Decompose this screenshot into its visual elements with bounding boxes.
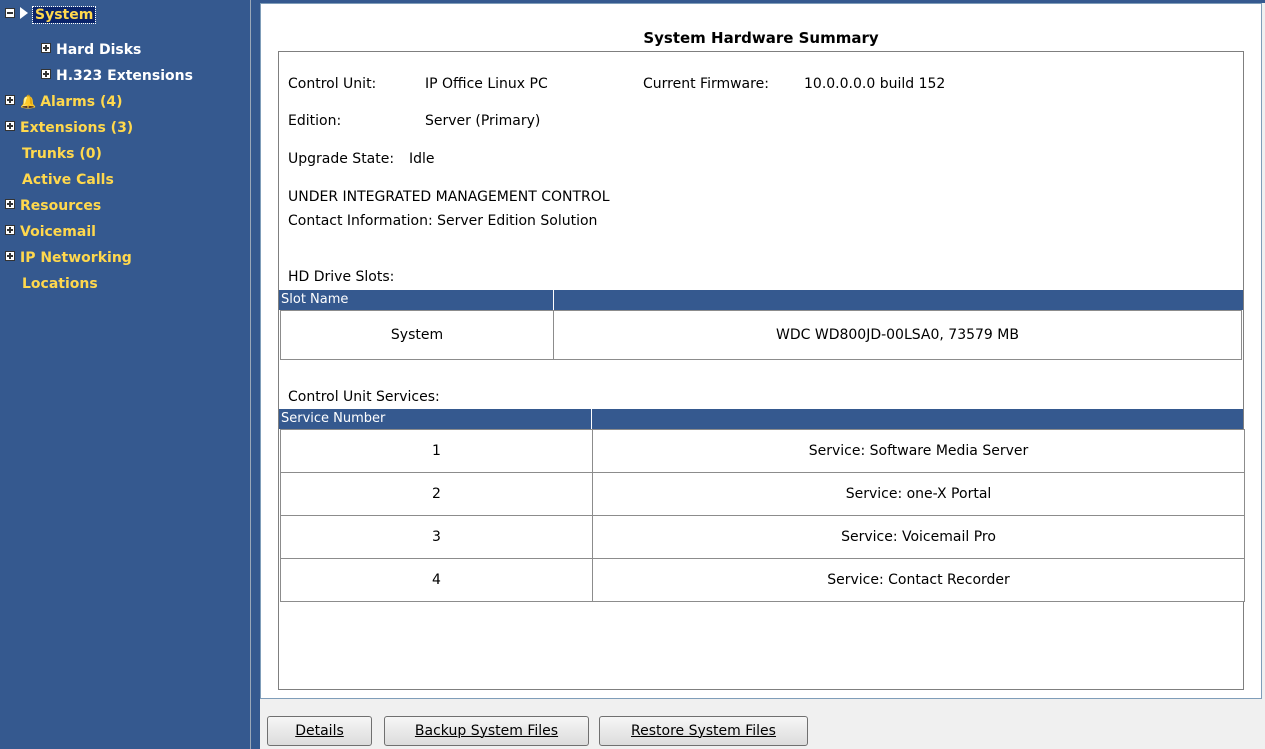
edition-value: Server (Primary) [425,113,541,129]
services-label: Control Unit Services: [288,389,440,405]
hd-slots-header: Slot Name [279,290,1243,310]
service-name-cell[interactable]: Service: Software Media Server [592,429,1245,473]
hd-slot-value-cell[interactable]: WDC WD800JD-00LSA0, 73579 MB [553,310,1242,360]
service-number-cell[interactable]: 2 [280,472,593,516]
restore-system-files-button[interactable]: Restore System Files [599,716,808,746]
service-number-cell[interactable]: 1 [280,429,593,473]
tree-item-trunks[interactable]: Trunks (0) [22,143,102,165]
tree-item-system-label: System [31,6,97,24]
column-separator [591,409,592,429]
tree-item-label: Extensions (3) [20,120,134,136]
tree-item-label: H.323 Extensions [56,68,193,84]
column-separator [553,290,554,310]
service-number-cell[interactable]: 3 [280,515,593,559]
control-unit-value: IP Office Linux PC [425,76,548,92]
page-title: System Hardware Summary [643,29,879,47]
tree-item-label: Voicemail [20,224,96,240]
column-header-service-number: Service Number [281,411,386,426]
expand-icon[interactable] [5,95,15,105]
firmware-value: 10.0.0.0.0 build 152 [804,76,946,92]
contact-information: Contact Information: Server Edition Solu… [288,213,598,229]
service-name-cell[interactable]: Service: one-X Portal [592,472,1245,516]
tree-item-label: Active Calls [22,172,114,188]
tree-item-label: Hard Disks [56,42,142,58]
tree-item-active-calls[interactable]: Active Calls [22,169,114,191]
collapse-icon[interactable] [5,8,15,18]
details-button[interactable]: Details [267,716,372,746]
expand-icon[interactable] [41,43,51,53]
expand-icon[interactable] [5,121,15,131]
summary-view: System Hardware Summary Control Unit: IP… [260,3,1262,699]
service-name-cell[interactable]: Service: Voicemail Pro [592,515,1245,559]
upgrade-state-label: Upgrade State: [288,151,395,167]
tree-item-hard-disks[interactable]: Hard Disks [41,39,141,61]
management-status: UNDER INTEGRATED MANAGEMENT CONTROL [288,189,610,205]
tree-item-locations[interactable]: Locations [22,273,98,295]
services-header: Service Number [279,409,1243,429]
edition-label: Edition: [288,113,342,129]
firmware-label: Current Firmware: [643,76,769,92]
tree-item-label: Alarms (4) [40,94,123,110]
tree-item-extensions[interactable]: Extensions (3) [5,117,133,139]
expand-icon[interactable] [41,69,51,79]
summary-panel: Control Unit: IP Office Linux PC Current… [278,51,1245,690]
backup-system-files-button[interactable]: Backup System Files [384,716,589,746]
selected-arrow-icon [20,7,28,19]
tree-item-label: IP Networking [20,250,132,266]
hd-slots-label: HD Drive Slots: [288,269,395,285]
service-number-cell[interactable]: 4 [280,558,593,602]
main-left-strip [251,0,260,749]
tree-item-h323-extensions[interactable]: H.323 Extensions [41,65,193,87]
tree-item-label: Locations [22,276,98,292]
hd-slot-name-cell[interactable]: System [280,310,554,360]
tree-item-label: Resources [20,198,102,214]
alarm-bell-icon: 🔔 [20,95,37,110]
column-header-slot-name: Slot Name [281,292,349,307]
tree-item-label: Trunks (0) [22,146,102,162]
tree-item-voicemail[interactable]: Voicemail [5,221,96,243]
expand-icon[interactable] [5,225,15,235]
service-name-cell[interactable]: Service: Contact Recorder [592,558,1245,602]
navigation-tree: System Hard Disks H.323 Extensions 🔔 Alar… [0,0,251,749]
tree-item-system[interactable]: System [5,4,97,26]
expand-icon[interactable] [5,199,15,209]
tree-item-ip-networking[interactable]: IP Networking [5,247,132,269]
expand-icon[interactable] [5,251,15,261]
upgrade-state-value: Idle [409,151,435,167]
control-unit-label: Control Unit: [288,76,377,92]
tree-item-alarms[interactable]: 🔔 Alarms (4) [5,91,123,113]
tree-item-resources[interactable]: Resources [5,195,101,217]
